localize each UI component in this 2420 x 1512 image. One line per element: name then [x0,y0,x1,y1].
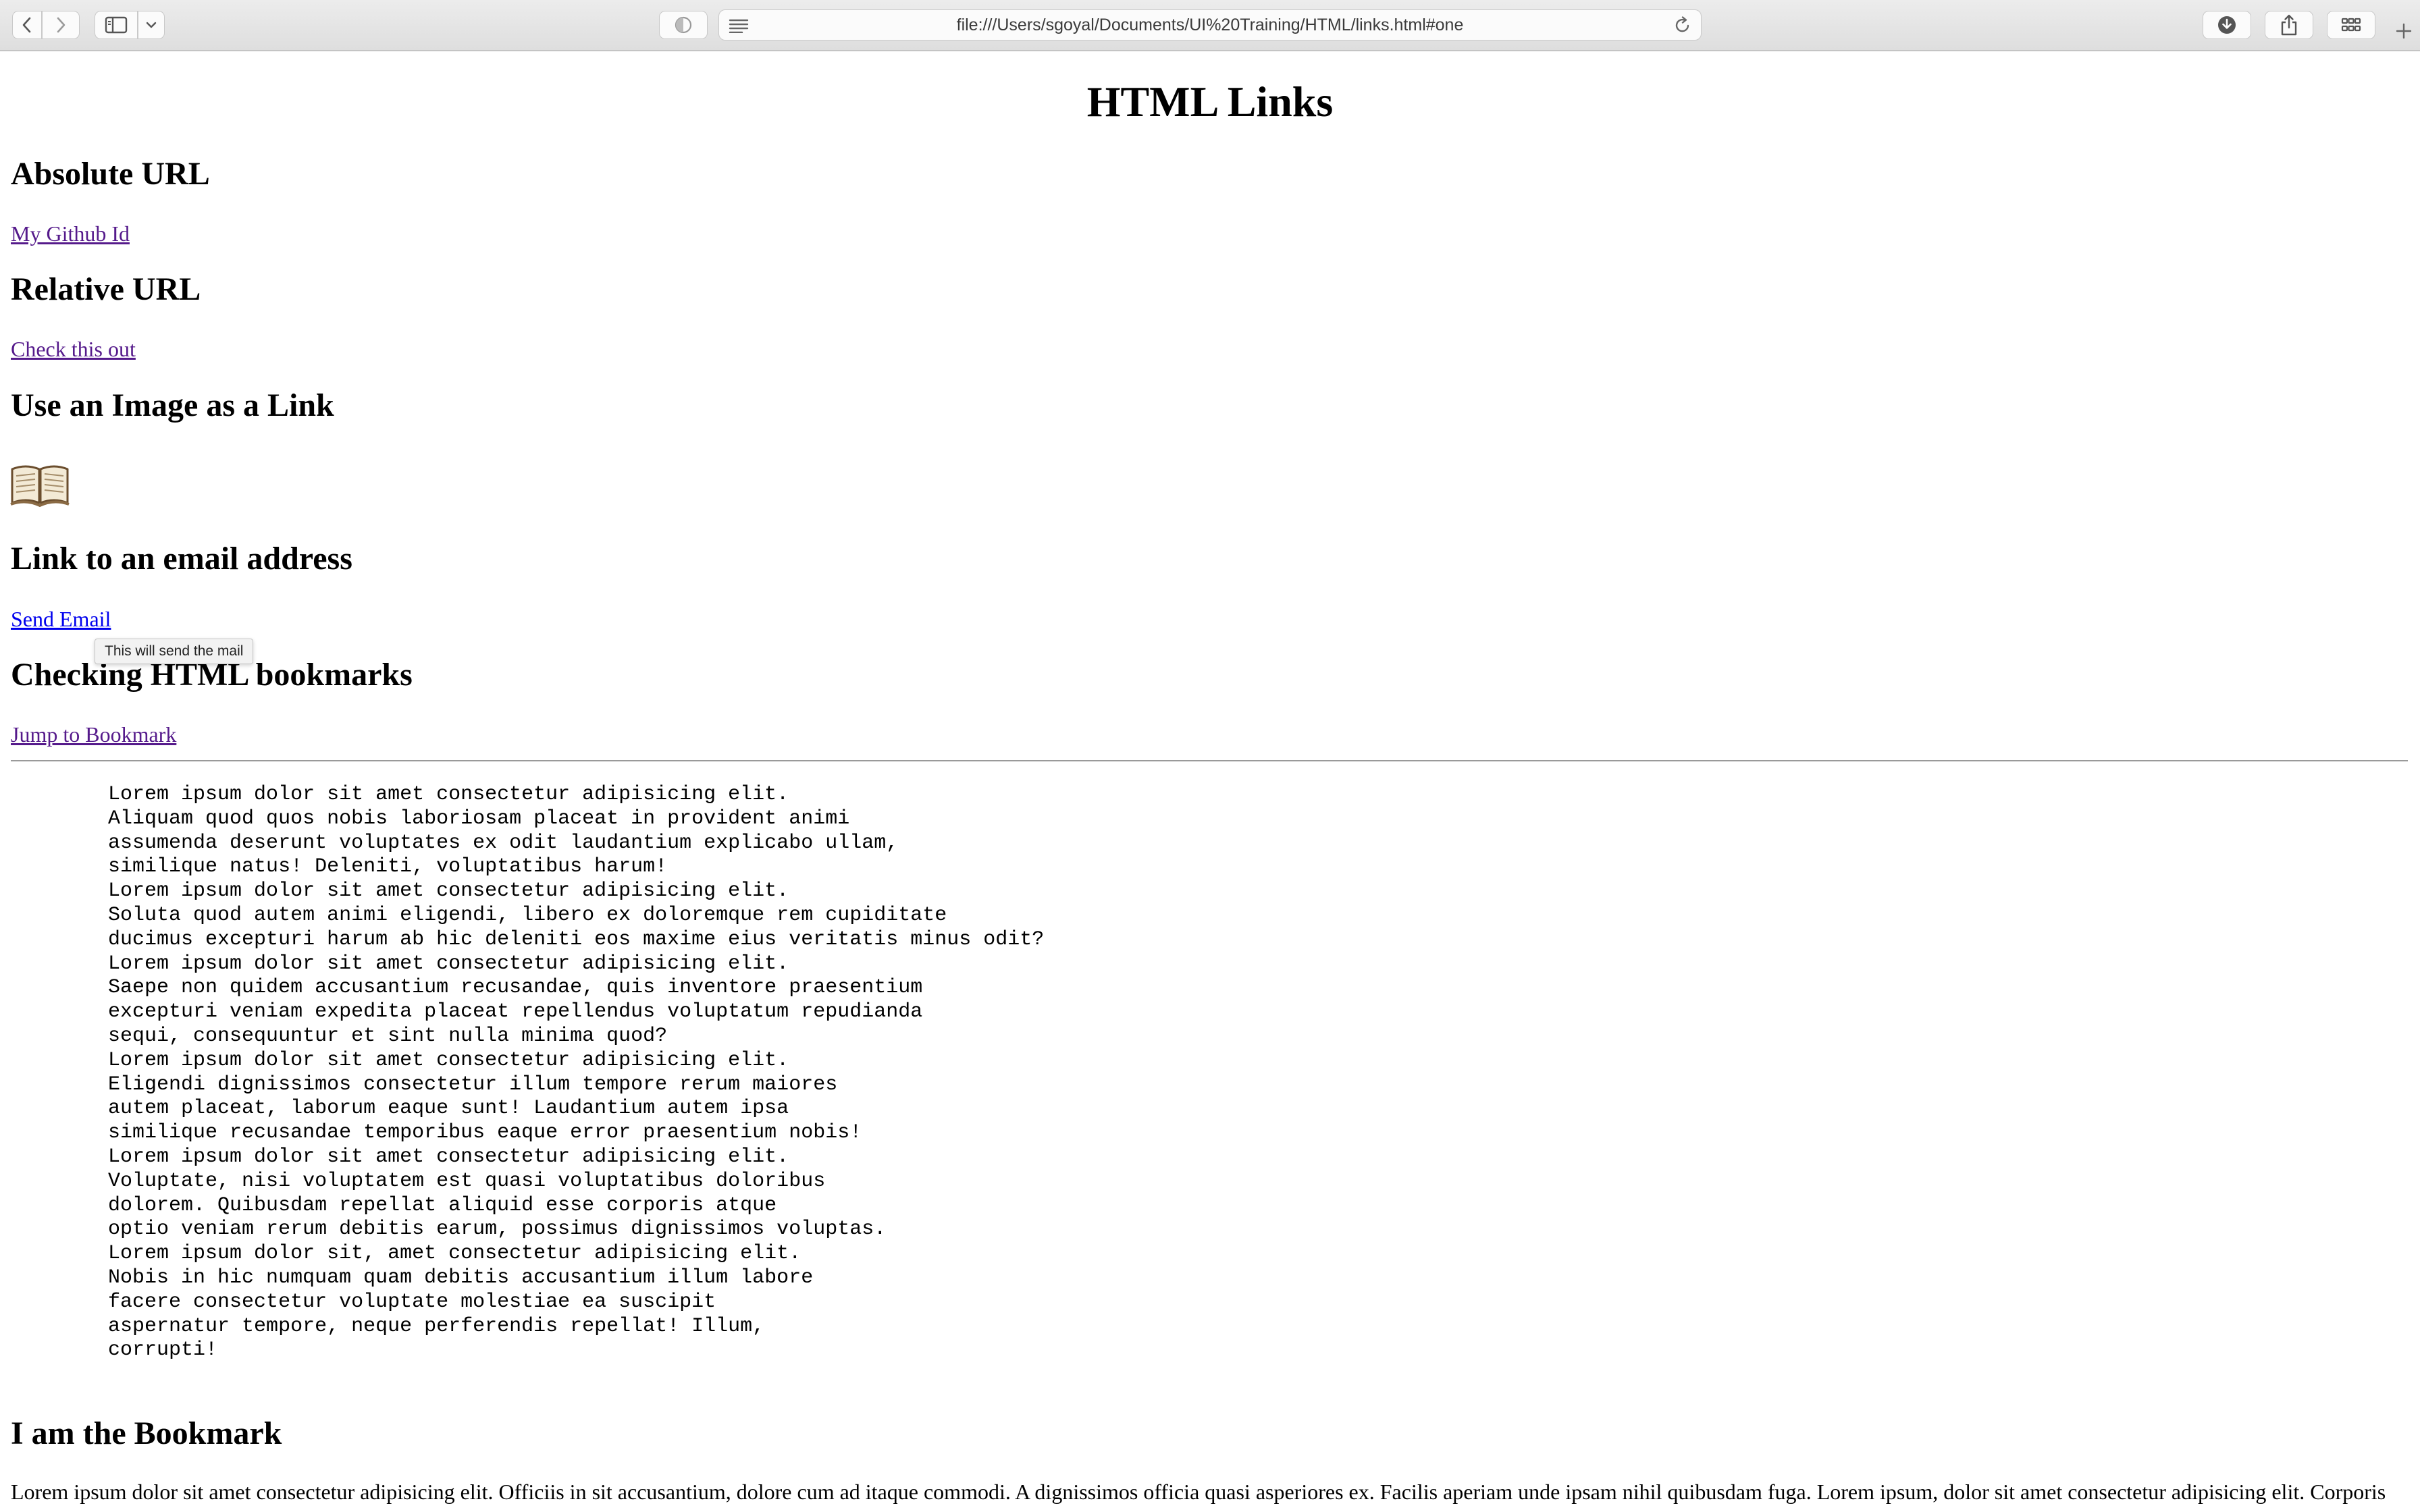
reader-icon[interactable] [729,18,749,33]
heading-image-link: Use an Image as a Link [11,387,334,423]
heading-absolute-url: Absolute URL [11,156,210,192]
jump-to-bookmark-link[interactable]: Jump to Bookmark [11,722,176,747]
tab-overview-button[interactable] [2327,11,2375,39]
check-this-out-link[interactable]: Check this out [11,337,136,362]
github-link[interactable]: My Github Id [11,221,130,246]
sidebar-button[interactable] [95,11,138,39]
browser-toolbar: file:///Users/sgoyal/Documents/UI%20Trai… [0,0,2420,51]
horizontal-rule [11,760,2408,761]
sidebar-menu-button[interactable] [138,11,165,39]
heading-email-link: Link to an email address [11,541,352,576]
plus-icon [2396,23,2412,39]
privacy-shield-icon [675,16,692,34]
heading-relative-url: Relative URL [11,271,201,307]
chevron-right-icon [57,17,65,33]
tab-overview-icon [2341,18,2361,32]
back-button[interactable] [12,11,42,39]
sidebar-icon [105,16,128,34]
address-bar[interactable]: file:///Users/sgoyal/Documents/UI%20Trai… [718,9,1702,40]
book-icon[interactable] [9,461,70,508]
share-icon [2281,14,2297,36]
privacy-report-button[interactable] [659,11,708,39]
new-tab-button[interactable] [2390,18,2417,45]
download-icon [2218,16,2236,34]
send-email-tooltip: This will send the mail [95,639,254,664]
reload-icon[interactable] [1674,16,1691,35]
chevron-down-icon [146,22,157,28]
downloads-button[interactable] [2203,11,2251,39]
url-text[interactable]: file:///Users/sgoyal/Documents/UI%20Trai… [773,10,1647,40]
forward-button[interactable] [42,11,80,39]
page-title: HTML Links [1086,78,1334,126]
heading-bookmark-target: I am the Bookmark [11,1415,282,1451]
share-button[interactable] [2265,11,2313,39]
lorem-preformatted-text: Lorem ipsum dolor sit amet consectetur a… [108,783,1045,1362]
send-email-link[interactable]: Send Email [11,607,111,632]
bottom-paragraph: Lorem ipsum dolor sit amet consectetur a… [11,1480,2386,1504]
chevron-left-icon [22,17,31,33]
